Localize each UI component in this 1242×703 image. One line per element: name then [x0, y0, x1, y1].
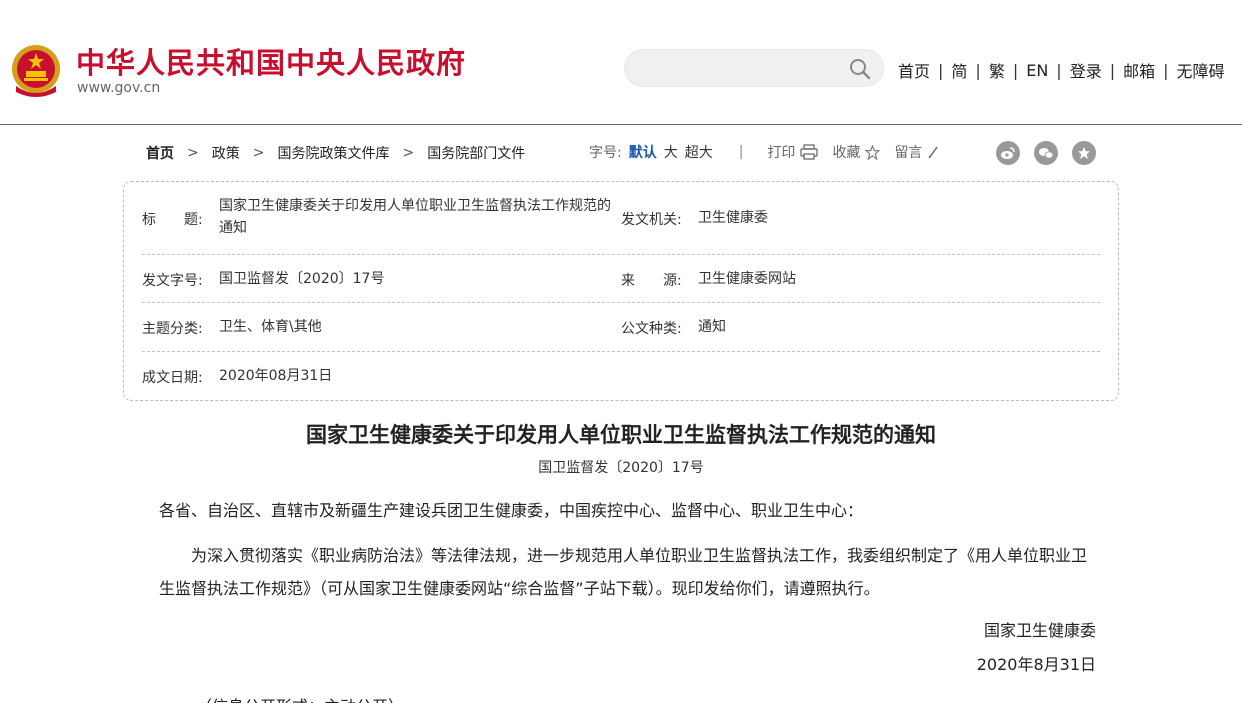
nav-traditional[interactable]: 繁 [989, 58, 1005, 82]
search-box [624, 49, 884, 87]
type-value: 通知 [698, 319, 726, 335]
star-glyph-icon [1077, 146, 1091, 160]
print-label: 打印 [767, 145, 796, 161]
printer-icon [800, 144, 819, 160]
article-sign-date: 2020年8月31日 [976, 655, 1096, 674]
star-icon [865, 144, 881, 160]
info-row: 成文日期: 2020年08月31日 [142, 352, 1100, 400]
title-label: 标 题: [142, 212, 203, 228]
breadcrumb: 首页 > 政策 > 国务院政策文件库 > 国务院部门文件 [146, 143, 525, 163]
topic-label: 主题分类: [142, 321, 203, 337]
info-row: 主题分类: 卫生、体育\其他 公文种类: 通知 [142, 303, 1100, 352]
nav-separator: | [1109, 60, 1116, 80]
nav-login[interactable]: 登录 [1070, 58, 1102, 82]
nav-simplified[interactable]: 简 [951, 58, 967, 82]
favorite-button[interactable]: 收藏 [832, 142, 881, 162]
favorite-label: 收藏 [832, 145, 861, 161]
font-size-default[interactable]: 默认 [629, 142, 657, 162]
article-body: 为深入贯彻落实《职业病防治法》等法律法规，进一步规范用人单位职业卫生监督执法工作… [159, 546, 1088, 598]
favorite-star-icon[interactable] [1072, 141, 1096, 165]
article-salutation: 各省、自治区、直辖市及新疆生产建设兵团卫生健康委，中国疾控中心、监督中心、职业卫… [159, 501, 864, 520]
comment-button[interactable]: 留言 [894, 142, 939, 162]
search-input[interactable] [641, 50, 841, 86]
chevron-right-icon: > [187, 145, 199, 161]
nav-separator: | [938, 60, 944, 80]
breadcrumb-department-docs[interactable]: 国务院部门文件 [427, 143, 525, 163]
nav-separator: | [975, 60, 981, 80]
font-size-large[interactable]: 大 [664, 142, 678, 162]
title-value: 国家卫生健康委关于印发用人单位职业卫生监督执法工作规范的通知 [219, 198, 611, 236]
nav-accessibility[interactable]: 无障碍 [1177, 58, 1225, 82]
chevron-right-icon: > [402, 145, 415, 161]
font-size-xlarge[interactable]: 超大 [685, 142, 713, 162]
national-emblem-icon[interactable] [10, 42, 62, 98]
docno-value: 国卫监督发〔2020〕17号 [219, 271, 385, 287]
docno-label: 发文字号: [142, 273, 203, 289]
breadcrumb-policy[interactable]: 政策 [212, 143, 240, 163]
nav-mail[interactable]: 邮箱 [1123, 58, 1155, 82]
top-nav: 首页 | 简 | 繁 | EN | 登录 | 邮箱 | 无障碍 [898, 58, 1225, 82]
weibo-icon[interactable] [996, 141, 1020, 165]
article-signer: 国家卫生健康委 [983, 621, 1096, 640]
article-title: 国家卫生健康委关于印发用人单位职业卫生监督执法工作规范的通知 [306, 422, 936, 447]
info-row: 标 题: 国家卫生健康委关于印发用人单位职业卫生监督执法工作规范的通知 发文机关… [142, 182, 1100, 255]
source-label: 来 源: [621, 273, 682, 289]
nav-english[interactable]: EN [1026, 61, 1048, 80]
nav-separator: | [1163, 60, 1169, 80]
info-row: 发文字号: 国卫监督发〔2020〕17号 来 源: 卫生健康委网站 [142, 255, 1100, 303]
font-size-label: 字号: [589, 145, 622, 161]
date-value: 2020年08月31日 [219, 368, 333, 384]
source-value: 卫生健康委网站 [698, 271, 796, 287]
site-url[interactable]: www.gov.cn [77, 80, 160, 96]
breadcrumb-policy-library[interactable]: 国务院政策文件库 [277, 143, 389, 163]
topic-value: 卫生、体育\其他 [219, 319, 322, 335]
tools-divider: | [738, 144, 744, 160]
pencil-icon [928, 146, 939, 159]
type-label: 公文种类: [621, 321, 682, 337]
search-icon[interactable] [849, 58, 871, 80]
article-tools: 字号: 默认 大 超大 | 打印 收藏 留言 [589, 142, 953, 162]
wechat-icon[interactable] [1034, 141, 1058, 165]
nav-home[interactable]: 首页 [898, 58, 930, 82]
issuer-label: 发文机关: [621, 212, 682, 228]
weibo-glyph-icon [1001, 147, 1015, 159]
wechat-glyph-icon [1039, 148, 1054, 159]
article-doc-number: 国卫监督发〔2020〕17号 [538, 460, 704, 476]
issuer-value: 卫生健康委 [698, 210, 768, 226]
nav-separator: | [1056, 60, 1062, 80]
date-label: 成文日期: [142, 370, 203, 386]
breadcrumb-home[interactable]: 首页 [146, 143, 174, 163]
site-header: 中华人民共和国中央人民政府 www.gov.cn 首页 | 简 | 繁 | EN… [0, 0, 1242, 125]
document-info-table: 标 题: 国家卫生健康委关于印发用人单位职业卫生监督执法工作规范的通知 发文机关… [123, 181, 1119, 401]
article-footnote: （信息公开形式：主动公开） [196, 693, 404, 703]
chevron-right-icon: > [252, 145, 265, 161]
print-button[interactable]: 打印 [767, 142, 819, 162]
site-title[interactable]: 中华人民共和国中央人民政府 [76, 40, 466, 82]
comment-label: 留言 [894, 145, 923, 161]
nav-separator: | [1012, 60, 1019, 80]
